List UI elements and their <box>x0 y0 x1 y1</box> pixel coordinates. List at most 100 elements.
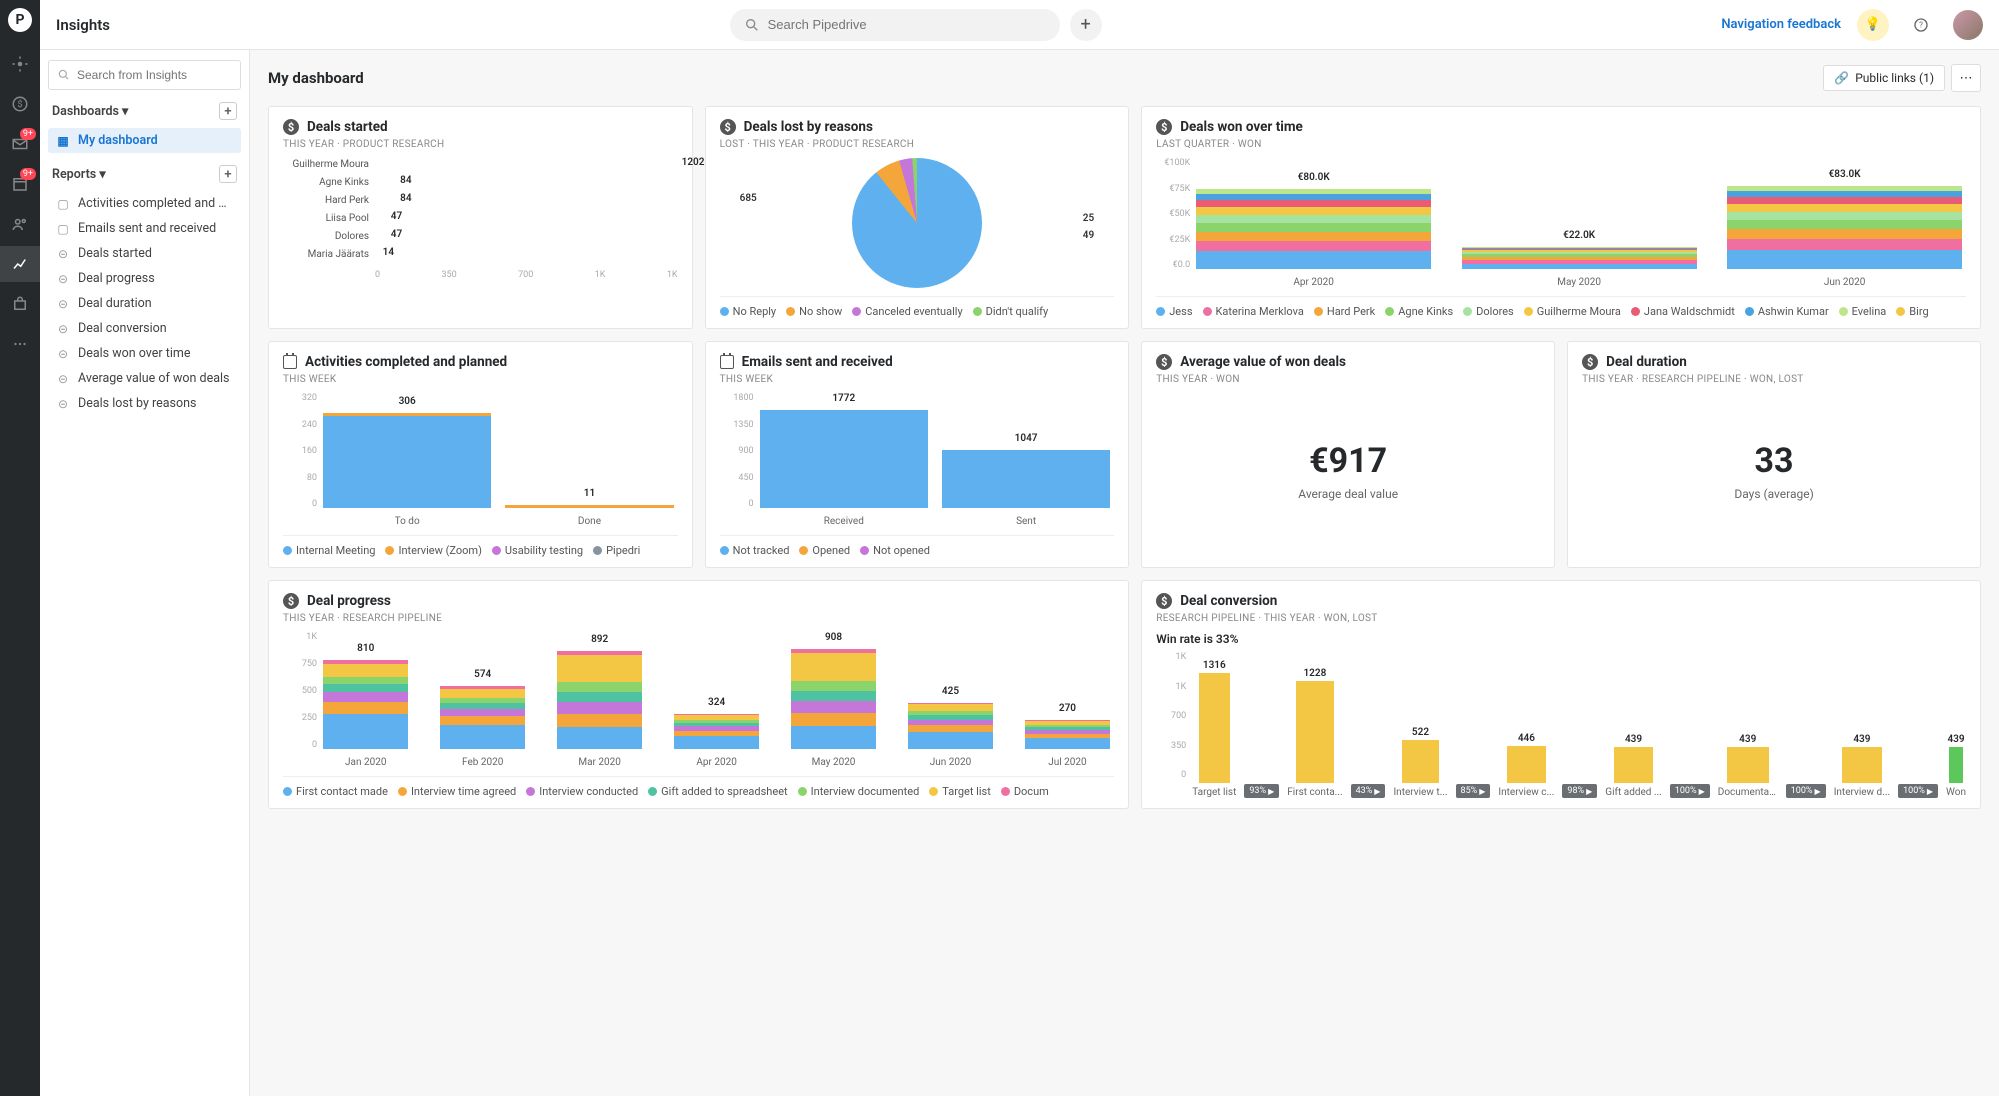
dollar-icon: ⊝ <box>56 397 70 411</box>
calendar-icon: ▢ <box>56 222 70 236</box>
rail-mail-icon[interactable]: 9+ <box>0 126 40 162</box>
card-avg-value[interactable]: $Average value of won deals THIS YEAR · … <box>1141 341 1555 568</box>
rail-calendar-icon[interactable]: 9+ <box>0 166 40 202</box>
add-dashboard-button[interactable]: + <box>219 102 237 120</box>
sidebar-report-item[interactable]: ▢Activities completed and … <box>48 191 241 216</box>
legend-item: Interview time agreed <box>398 785 516 798</box>
card-activities[interactable]: Activities completed and planned THIS WE… <box>268 341 693 568</box>
dollar-icon: $ <box>283 119 299 135</box>
card-emails[interactable]: Emails sent and received THIS WEEK 18001… <box>705 341 1130 568</box>
dollar-icon: ⊝ <box>56 247 70 261</box>
add-button[interactable]: + <box>1070 9 1102 41</box>
legend-item: Docum <box>1001 785 1049 798</box>
legend-item: First contact made <box>283 785 388 798</box>
dollar-icon: $ <box>720 119 736 135</box>
legend-item: Not tracked <box>720 544 790 557</box>
card-deals-started[interactable]: $Deals started THIS YEAR · PRODUCT RESEA… <box>268 106 693 329</box>
card-deal-conversion[interactable]: $Deal conversion RESEARCH PIPELINE · THI… <box>1141 580 1981 809</box>
sidebar-search-input[interactable] <box>77 68 232 82</box>
calendar-icon <box>283 355 297 369</box>
sidebar-report-item[interactable]: ⊝Deal duration <box>48 291 241 316</box>
tips-icon[interactable]: 💡 <box>1857 9 1889 41</box>
calendar-icon: ▢ <box>56 197 70 211</box>
dollar-icon: $ <box>283 593 299 609</box>
topbar: Insights + Navigation feedback 💡 ? <box>40 0 1999 50</box>
sidebar-report-item[interactable]: ⊝Deal conversion <box>48 316 241 341</box>
global-search[interactable] <box>730 9 1060 41</box>
legend-item: Interview conducted <box>526 785 638 798</box>
svg-text:?: ? <box>1919 20 1923 29</box>
dollar-icon: $ <box>1156 593 1172 609</box>
rail-deals-icon[interactable]: $ <box>0 86 40 122</box>
page-section-title: Insights <box>56 16 110 34</box>
card-deal-progress[interactable]: $Deal progress THIS YEAR · RESEARCH PIPE… <box>268 580 1129 809</box>
logo-icon[interactable]: P <box>8 8 32 32</box>
legend-item: Canceled eventually <box>852 305 962 318</box>
legend-item: Jana Waldschmidt <box>1631 305 1735 318</box>
legend-item: Target list <box>929 785 991 798</box>
legend-item: Dolores <box>1463 305 1514 318</box>
dollar-icon: ⊝ <box>56 297 70 311</box>
chevron-down-icon: ▾ <box>122 104 128 119</box>
sidebar-dashboard-item[interactable]: ▦My dashboard <box>48 128 241 153</box>
legend-item: Didn't qualify <box>973 305 1049 318</box>
sidebar-report-item[interactable]: ⊝Deals won over time <box>48 341 241 366</box>
dollar-icon: ⊝ <box>56 322 70 336</box>
legend-item: Jess <box>1156 305 1192 318</box>
card-deals-won-time[interactable]: $Deals won over time LAST QUARTER · WON … <box>1141 106 1981 329</box>
rail-products-icon[interactable] <box>0 286 40 322</box>
public-links-button[interactable]: 🔗Public links (1) <box>1823 65 1945 91</box>
help-icon[interactable]: ? <box>1905 9 1937 41</box>
legend-item: Birg <box>1896 305 1928 318</box>
card-deal-duration[interactable]: $Deal duration THIS YEAR · RESEARCH PIPE… <box>1567 341 1981 568</box>
sidebar-report-item[interactable]: ▢Emails sent and received <box>48 216 241 241</box>
chevron-down-icon: ▾ <box>99 167 105 182</box>
legend-item: Katerina Merklova <box>1203 305 1304 318</box>
legend-item: Interview (Zoom) <box>385 544 481 557</box>
sidebar-section-dashboards[interactable]: Dashboards ▾ + <box>48 96 241 122</box>
sidebar-report-item[interactable]: ⊝Average value of won deals <box>48 366 241 391</box>
dollar-icon: $ <box>1582 354 1598 370</box>
search-icon <box>744 17 760 33</box>
add-report-button[interactable]: + <box>219 165 237 183</box>
legend-item: Ashwin Kumar <box>1745 305 1829 318</box>
legend-item: Usability testing <box>492 544 583 557</box>
legend-item: No Reply <box>720 305 777 318</box>
dashboard-title: My dashboard <box>268 69 364 87</box>
legend-item: Pipedri <box>593 544 640 557</box>
legend-item: Gift added to spreadsheet <box>648 785 787 798</box>
rail-focus-icon[interactable] <box>0 46 40 82</box>
global-search-input[interactable] <box>768 17 1046 32</box>
link-icon: 🔗 <box>1834 71 1849 85</box>
dashboard-more-button[interactable]: ⋯ <box>1951 64 1981 92</box>
dollar-icon: ⊝ <box>56 372 70 386</box>
search-icon <box>57 67 71 83</box>
sidebar-section-reports[interactable]: Reports ▾ + <box>48 159 241 185</box>
rail-contacts-icon[interactable] <box>0 206 40 242</box>
sidebar: Dashboards ▾ + ▦My dashboard Reports ▾ +… <box>40 50 250 1096</box>
legend-item: Interview documented <box>798 785 920 798</box>
sidebar-search[interactable] <box>48 60 241 90</box>
legend-item: Not opened <box>860 544 930 557</box>
dollar-icon: $ <box>1156 119 1172 135</box>
navigation-feedback-link[interactable]: Navigation feedback <box>1721 17 1841 32</box>
rail-insights-icon[interactable] <box>0 246 40 282</box>
sidebar-report-item[interactable]: ⊝Deals started <box>48 241 241 266</box>
dollar-icon: ⊝ <box>56 347 70 361</box>
card-deals-lost[interactable]: $Deals lost by reasons LOST · THIS YEAR … <box>705 106 1130 329</box>
dollar-icon: ⊝ <box>56 272 70 286</box>
legend-item: Hard Perk <box>1314 305 1375 318</box>
sidebar-report-item[interactable]: ⊝Deals lost by reasons <box>48 391 241 416</box>
nav-rail: P $ 9+ 9+ <box>0 0 40 1096</box>
legend-item: No show <box>786 305 842 318</box>
legend-item: Guilherme Moura <box>1524 305 1621 318</box>
legend-item: Agne Kinks <box>1385 305 1453 318</box>
sidebar-report-item[interactable]: ⊝Deal progress <box>48 266 241 291</box>
svg-text:$: $ <box>17 99 22 110</box>
legend-item: Opened <box>799 544 850 557</box>
legend-item: Internal Meeting <box>283 544 375 557</box>
rail-more-icon[interactable] <box>0 326 40 362</box>
dashboard-canvas: My dashboard 🔗Public links (1) ⋯ $Deals … <box>250 50 1999 1096</box>
user-avatar[interactable] <box>1953 10 1983 40</box>
legend-item: Evelina <box>1839 305 1887 318</box>
